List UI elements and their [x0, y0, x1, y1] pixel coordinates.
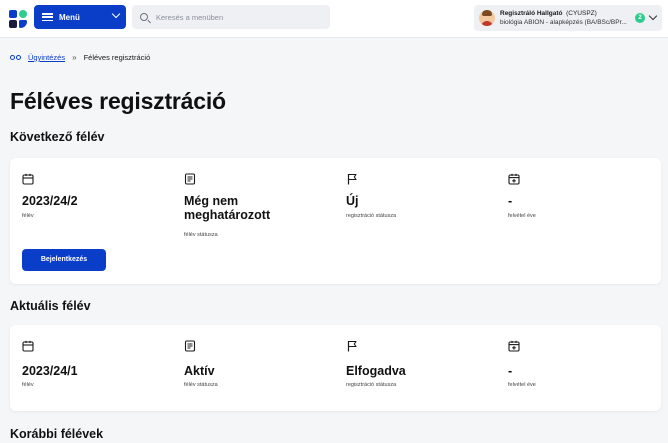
- breadcrumb: Ügyintézés » Féléves regisztráció: [10, 53, 150, 62]
- search-input[interactable]: [156, 12, 326, 22]
- section-title-previous: Korábbi félévek: [10, 427, 104, 441]
- semester-status-caption: félév státusza: [184, 232, 218, 238]
- register-button[interactable]: Bejelentkezés: [22, 249, 106, 271]
- registration-status-value: Elfogadva: [346, 364, 406, 378]
- enrollment-year-value: -: [508, 364, 513, 378]
- chevron-down-icon[interactable]: [648, 11, 658, 21]
- logo-tile: [9, 10, 17, 18]
- user-program: biológia ABION - alapképzés (BA/BSc/BPr.…: [500, 19, 627, 26]
- enrollment-year-value: -: [508, 194, 513, 208]
- current-semester-card: 2023/24/1 félév Aktív félév státusza Elf…: [10, 325, 661, 411]
- calendar-icon: [22, 173, 34, 185]
- logo-tile: [19, 20, 27, 28]
- menu-search[interactable]: [132, 5, 330, 29]
- calendar-plus-icon: [508, 173, 520, 185]
- breadcrumb-link[interactable]: Ügyintézés: [28, 53, 65, 62]
- app-logo[interactable]: [9, 10, 27, 28]
- section-title-next: Következő félév: [10, 130, 105, 144]
- top-header: Menü Regisztráló Hallgató (CYUSPZ) bioló…: [0, 0, 668, 38]
- breadcrumb-current: Féléves regisztráció: [83, 53, 151, 62]
- section-title-current: Aktuális félév: [10, 299, 91, 313]
- semester-value: 2023/24/2: [22, 194, 78, 208]
- semester-status-value: Még nem meghatározott: [184, 194, 271, 222]
- notification-badge[interactable]: 2: [635, 13, 645, 23]
- user-name-line: Regisztráló Hallgató (CYUSPZ): [500, 10, 597, 17]
- document-icon: [184, 173, 196, 185]
- glasses-icon: [10, 54, 22, 61]
- enrollment-year-caption: felvétel éve: [508, 382, 536, 388]
- avatar: [479, 10, 495, 26]
- flag-icon: [347, 340, 357, 352]
- hamburger-icon: [42, 13, 53, 21]
- next-semester-card: 2023/24/2 félév Még nem meghatározott fé…: [10, 158, 661, 284]
- semester-status-caption: félév státusza: [184, 382, 218, 388]
- semester-caption: félév: [22, 213, 34, 219]
- logo-tile: [19, 10, 27, 18]
- user-code: (CYUSPZ): [566, 10, 597, 17]
- semester-caption: félév: [22, 382, 34, 388]
- enrollment-year-caption: felvétel éve: [508, 213, 536, 219]
- user-menu[interactable]: Regisztráló Hallgató (CYUSPZ) biológia A…: [474, 5, 662, 31]
- menu-label: Menü: [59, 12, 80, 22]
- registration-status-caption: regisztráció státusza: [346, 382, 397, 388]
- calendar-icon: [22, 340, 34, 352]
- flag-icon: [347, 173, 357, 185]
- menu-button[interactable]: Menü: [34, 5, 126, 29]
- chevron-down-icon: [111, 9, 121, 19]
- search-icon: [140, 13, 148, 21]
- registration-status-caption: regisztráció státusza: [346, 213, 397, 219]
- calendar-plus-icon: [508, 340, 520, 352]
- document-icon: [184, 340, 196, 352]
- logo-tile: [9, 20, 17, 28]
- semester-status-value: Aktív: [184, 364, 215, 378]
- registration-status-value: Új: [346, 194, 359, 208]
- semester-value: 2023/24/1: [22, 364, 78, 378]
- page-title: Féléves regisztráció: [10, 88, 226, 114]
- breadcrumb-separator: »: [72, 53, 77, 62]
- user-name: Regisztráló Hallgató: [500, 10, 563, 17]
